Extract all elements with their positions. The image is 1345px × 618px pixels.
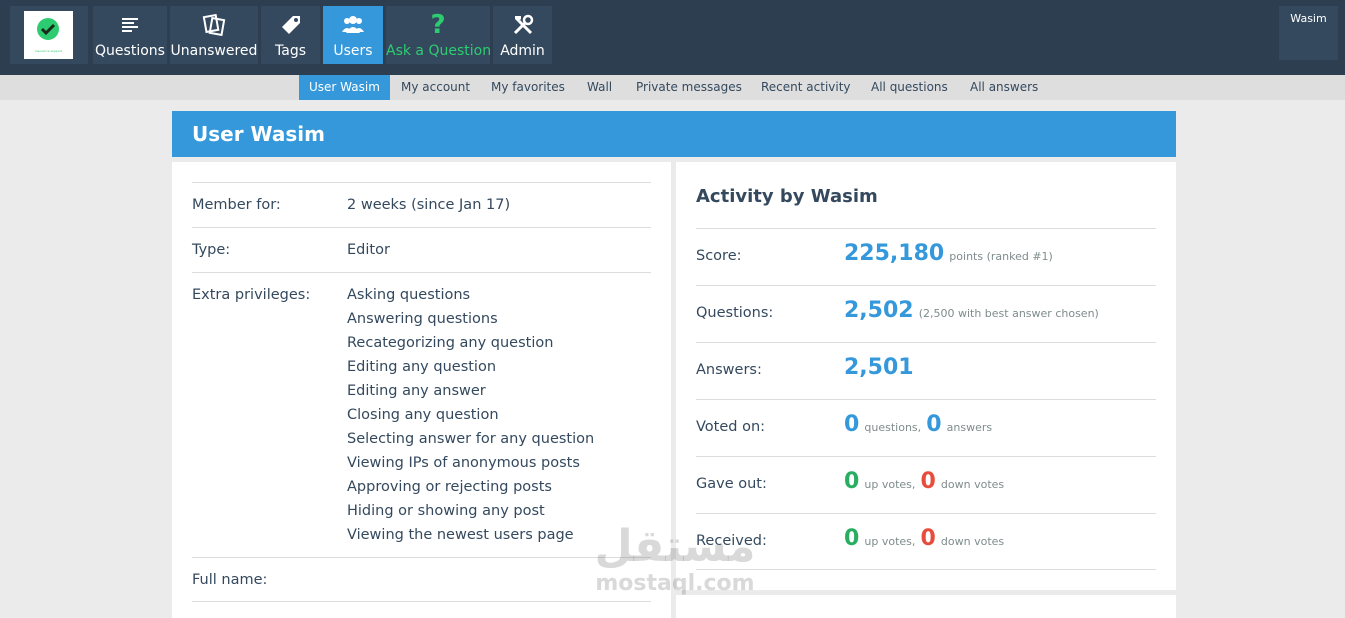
user-name: Wasim: [1290, 12, 1327, 25]
users-icon: [342, 16, 364, 33]
privilege-item: Viewing IPs of anonymous posts: [347, 455, 580, 471]
privilege-item: Editing any answer: [347, 383, 486, 399]
gave-out-value-group: 0 up votes, 0 down votes: [844, 469, 1004, 494]
score-note: points (ranked #1): [949, 250, 1053, 263]
tools-icon: [513, 14, 533, 35]
received-down-value: 0: [920, 526, 936, 551]
voted-value-group: 0 questions, 0 answers: [844, 412, 992, 437]
page-title: User Wasim: [172, 111, 1176, 157]
questions-value: 2,502: [844, 298, 914, 323]
subnav-all-questions[interactable]: All questions: [861, 75, 958, 100]
type-label: Type:: [192, 242, 231, 258]
score-value: 225,180: [844, 241, 945, 266]
member-for-value: 2 weeks (since Jan 17): [347, 197, 511, 213]
nav-ask-question[interactable]: ? Ask a Question: [386, 6, 492, 64]
privileges-row: Extra privileges: Asking questions Answe…: [192, 272, 651, 557]
full-name-row: Full name:: [192, 557, 651, 602]
gave-out-row: Gave out: 0 up votes, 0 down votes: [696, 456, 1156, 513]
nav-unanswered-label: Unanswered: [170, 43, 258, 59]
score-label: Score:: [696, 248, 742, 264]
tag-icon: [281, 16, 300, 34]
privilege-item: Recategorizing any question: [347, 335, 554, 351]
sub-navigation: User Wasim My account My favorites Wall …: [0, 75, 1345, 100]
questions-label: Questions:: [696, 305, 774, 321]
privilege-item: Closing any question: [347, 407, 499, 423]
activity-panel: Activity by Wasim Score: 225,180 points …: [676, 162, 1176, 590]
voted-questions-value: 0: [844, 412, 860, 437]
voted-answers-note: answers: [946, 421, 993, 434]
received-down-note: down votes: [940, 535, 1005, 548]
privilege-item: Approving or rejecting posts: [347, 479, 552, 495]
received-value-group: 0 up votes, 0 down votes: [844, 526, 1004, 551]
subnav-my-account[interactable]: My account: [391, 75, 480, 100]
received-up-note: up votes,: [864, 535, 916, 548]
subnav-recent-activity[interactable]: Recent activity: [751, 75, 861, 100]
subnav-wall[interactable]: Wall: [577, 75, 622, 100]
activity-panel-continued: [676, 595, 1176, 618]
privilege-item: Selecting answer for any question: [347, 431, 595, 447]
score-row: Score: 225,180 points (ranked #1): [696, 228, 1156, 285]
user-account-box[interactable]: Wasim: [1279, 6, 1338, 60]
unanswered-icon: [202, 14, 226, 36]
score-value-group: 225,180 points (ranked #1): [844, 241, 1053, 266]
activity-title: Activity by Wasim: [696, 186, 878, 207]
voted-row: Voted on: 0 questions, 0 answers: [696, 399, 1156, 456]
subnav-my-favorites[interactable]: My favorites: [481, 75, 575, 100]
subnav-private-messages[interactable]: Private messages: [626, 75, 752, 100]
type-row: Type: Editor: [192, 227, 651, 272]
privilege-item: Asking questions: [347, 287, 471, 303]
gave-out-label: Gave out:: [696, 476, 767, 492]
nav-unanswered[interactable]: Unanswered: [170, 6, 258, 64]
privilege-item: Viewing the newest users page: [347, 527, 574, 543]
nav-users-label: Users: [333, 43, 373, 59]
nav-questions-label: Questions: [95, 43, 165, 59]
received-up-value: 0: [844, 526, 860, 551]
subnav-user[interactable]: User Wasim: [299, 75, 390, 100]
nav-questions[interactable]: Questions: [93, 6, 167, 64]
logo-image: Insurance support: [24, 11, 73, 59]
questions-row: Questions: 2,502 (2,500 with best answer…: [696, 285, 1156, 342]
voted-label: Voted on:: [696, 419, 766, 435]
gave-down-note: down votes: [940, 478, 1005, 491]
answers-value: 2,501: [844, 355, 914, 380]
received-row: Received: 0 up votes, 0 down votes: [696, 513, 1156, 570]
nav-ask-label: Ask a Question: [386, 43, 492, 59]
type-value: Editor: [347, 242, 390, 258]
nav-admin[interactable]: Admin: [493, 6, 552, 64]
privileges-list: Asking questions Answering questions Rec…: [347, 283, 594, 547]
top-navigation-bar: Insurance support Questions Unanswered T…: [0, 0, 1345, 75]
nav-users[interactable]: Users: [323, 6, 383, 64]
nav-tags-label: Tags: [275, 43, 306, 59]
full-name-label: Full name:: [192, 572, 268, 588]
voted-answers-value: 0: [926, 412, 942, 437]
profile-panel: Member for: 2 weeks (since Jan 17) Type:…: [172, 162, 671, 618]
nav-admin-label: Admin: [500, 43, 545, 59]
received-label: Received:: [696, 533, 767, 549]
answers-row: Answers: 2,501: [696, 342, 1156, 399]
answers-value-group: 2,501: [844, 355, 914, 380]
subnav-all-answers[interactable]: All answers: [960, 75, 1048, 100]
list-icon: [122, 18, 138, 32]
questions-value-group: 2,502 (2,500 with best answer chosen): [844, 298, 1099, 323]
gave-down-value: 0: [920, 469, 936, 494]
privilege-item: Answering questions: [347, 311, 498, 327]
privileges-label: Extra privileges:: [192, 287, 311, 303]
gave-up-value: 0: [844, 469, 860, 494]
gave-up-note: up votes,: [864, 478, 916, 491]
question-mark-icon: ?: [430, 10, 446, 40]
privilege-item: Editing any question: [347, 359, 497, 375]
privilege-item: Hiding or showing any post: [347, 503, 545, 519]
member-for-row: Member for: 2 weeks (since Jan 17): [192, 182, 651, 227]
site-logo[interactable]: Insurance support: [10, 6, 88, 64]
member-for-label: Member for:: [192, 197, 281, 213]
check-circle-icon: [37, 18, 59, 40]
answers-label: Answers:: [696, 362, 762, 378]
logo-text: Insurance support: [34, 49, 63, 53]
questions-note: (2,500 with best answer chosen): [918, 307, 1099, 320]
voted-questions-note: questions,: [864, 421, 922, 434]
nav-tags[interactable]: Tags: [261, 6, 320, 64]
